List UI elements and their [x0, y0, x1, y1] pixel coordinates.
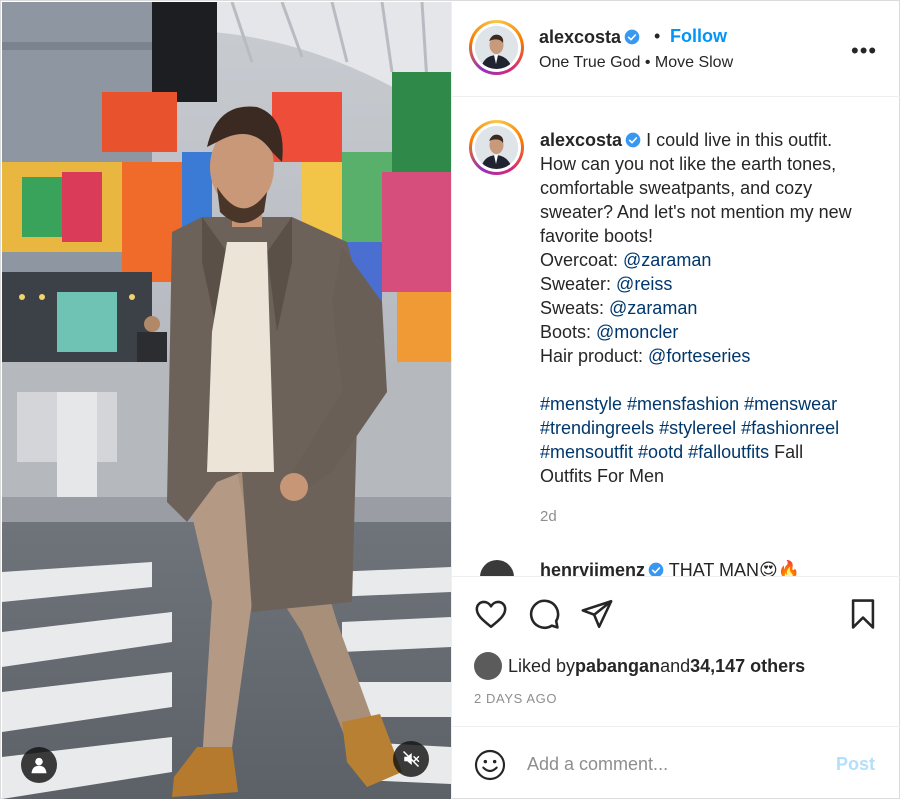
- action-bar: Liked by pabangan and 34,147 others 2 DA…: [452, 576, 900, 726]
- caption-author-avatar[interactable]: [469, 120, 524, 175]
- comment-icon[interactable]: [527, 597, 561, 631]
- avatar-image: [475, 26, 518, 69]
- comment-text: THAT MAN😍🔥: [668, 560, 801, 576]
- avatar-image: [475, 126, 518, 169]
- verified-badge-icon: [624, 29, 640, 45]
- audio-subtitle[interactable]: One True God • Move Slow: [539, 54, 733, 72]
- caption-line: I could live in this outfit.: [646, 130, 833, 150]
- liker-username[interactable]: pabangan: [575, 656, 660, 677]
- post-timestamp[interactable]: 2 DAYS AGO: [474, 691, 557, 706]
- emoji-icon[interactable]: [474, 749, 506, 781]
- comment-input[interactable]: Add a comment...: [527, 754, 668, 775]
- commenter-username[interactable]: henryjimenz: [540, 560, 645, 576]
- commenter-avatar[interactable]: [480, 560, 514, 576]
- follow-button[interactable]: Follow: [670, 26, 727, 47]
- verified-badge-icon: [648, 562, 664, 576]
- caption-line: How can you not like the earth tones,: [540, 154, 837, 174]
- post-caption: alexcosta I could live in this outfit. H…: [540, 128, 885, 488]
- credit-line: Overcoat: @zaraman: [540, 250, 712, 270]
- hashtag-links[interactable]: #menstyle #mensfashion #menswear: [540, 392, 885, 416]
- author-avatar[interactable]: [469, 20, 524, 75]
- hashtag-links[interactable]: #trendingreels #stylereel #fashionreel: [540, 416, 885, 440]
- caption-line: favorite boots!: [540, 226, 654, 246]
- liker-avatar: [474, 652, 502, 680]
- mute-button[interactable]: [393, 741, 429, 777]
- comment-item: henryjimenz THAT MAN😍🔥: [540, 560, 800, 576]
- credit-line: Sweater: @reiss: [540, 274, 673, 294]
- post-sidebar: alexcosta • Follow One True God • Move S…: [451, 2, 900, 799]
- credit-line: Boots: @moncler: [540, 322, 679, 342]
- verified-badge-icon: [625, 132, 641, 148]
- credit-line: Hair product: @forteseries: [540, 346, 751, 366]
- credit-line: Sweats: @zaraman: [540, 298, 698, 318]
- speaker-muted-icon: [402, 750, 420, 768]
- caption-line: comfortable sweatpants, and cozy: [540, 178, 813, 198]
- caption-age: 2d: [540, 508, 557, 525]
- mention-link[interactable]: @zaraman: [609, 298, 697, 318]
- mention-link[interactable]: @forteseries: [648, 346, 750, 366]
- post-dialog: alexcosta • Follow One True God • Move S…: [0, 0, 900, 799]
- tagged-users-button[interactable]: [21, 747, 57, 783]
- caption-line: sweater? And let's not mention my new: [540, 202, 852, 222]
- caption-line: #mensoutfit #ootd #falloutfits Fall: [540, 442, 804, 462]
- likes-summary[interactable]: Liked by pabangan and 34,147 others: [474, 651, 805, 681]
- post-comment-button[interactable]: Post: [836, 754, 875, 775]
- paper-plane-icon[interactable]: [580, 597, 614, 631]
- post-photo[interactable]: [2, 2, 451, 799]
- street-photo-image: [2, 2, 451, 799]
- user-icon: [31, 757, 47, 774]
- comments-section: alexcosta I could live in this outfit. H…: [452, 98, 900, 576]
- caption-line: Outfits For Men: [540, 466, 665, 486]
- hashtag-links[interactable]: #mensoutfit #ootd #falloutfits: [540, 442, 769, 462]
- mention-link[interactable]: @moncler: [596, 322, 678, 342]
- author-username[interactable]: alexcosta: [539, 27, 640, 48]
- mention-link[interactable]: @reiss: [616, 274, 672, 294]
- mention-link[interactable]: @zaraman: [623, 250, 711, 270]
- caption-username[interactable]: alexcosta: [540, 130, 622, 150]
- post-header: alexcosta • Follow One True God • Move S…: [452, 2, 900, 97]
- heart-icon[interactable]: [474, 597, 508, 631]
- bookmark-icon[interactable]: [846, 597, 880, 631]
- more-options-icon[interactable]: •••: [851, 38, 877, 64]
- add-comment-bar: Add a comment... Post: [452, 726, 900, 799]
- likes-count[interactable]: 34,147 others: [690, 656, 805, 677]
- separator-dot: •: [654, 26, 661, 46]
